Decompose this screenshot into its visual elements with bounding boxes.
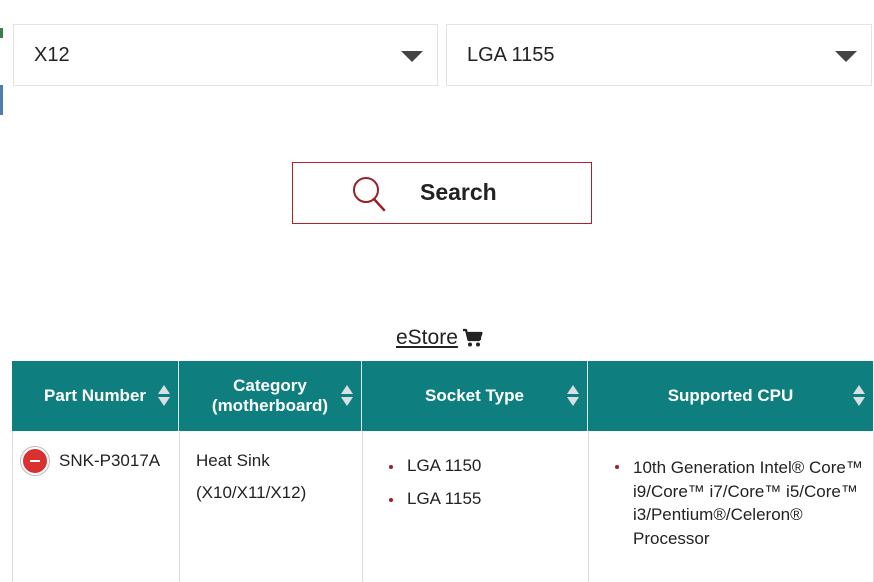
estore-link-label: eStore: [396, 326, 458, 349]
column-header-supported-cpu[interactable]: Supported CPU: [588, 361, 873, 431]
cell-part-number: SNK-P3017A: [13, 431, 180, 582]
category-header-line1: Category: [233, 376, 307, 395]
edge-decoration: [0, 85, 3, 115]
sort-icon[interactable]: [853, 385, 865, 407]
category-value: Heat Sink: [196, 451, 270, 470]
search-button[interactable]: Search: [292, 162, 592, 224]
cell-supported-cpu: 10th Generation Intel® Core™ i9/Core™ i7…: [589, 431, 874, 582]
search-button-label: Search: [420, 179, 497, 205]
list-item: LGA 1155: [387, 489, 481, 522]
column-header-label: Socket Type: [425, 386, 524, 405]
column-header-socket-type[interactable]: Socket Type: [362, 361, 588, 431]
edge-decoration: [0, 28, 3, 38]
table-header: Part Number Category (motherboard) Socke…: [12, 361, 873, 431]
minus-circle-icon[interactable]: [21, 447, 49, 475]
column-header-category[interactable]: Category (motherboard): [179, 361, 362, 431]
series-select-value: X12: [34, 43, 70, 66]
table-row: SNK-P3017A Heat Sink (X10/X11/X12) LGA 1…: [12, 431, 874, 582]
results-table: Part Number Category (motherboard) Socke…: [12, 361, 874, 582]
socket-select-value: LGA 1155: [467, 43, 555, 66]
cell-category: Heat Sink (X10/X11/X12): [180, 431, 363, 582]
sort-icon[interactable]: [341, 385, 353, 407]
cell-socket-type: LGA 1150 LGA 1155: [363, 431, 589, 582]
estore-link[interactable]: eStore: [396, 326, 484, 350]
supported-cpu-list: 10th Generation Intel® Core™ i9/Core™ i7…: [613, 456, 863, 550]
socket-type-list: LGA 1150 LGA 1155: [387, 456, 481, 522]
sort-icon[interactable]: [158, 385, 170, 407]
chevron-down-icon[interactable]: [835, 51, 857, 62]
category-header-line2: (motherboard): [211, 396, 329, 415]
column-header-part-number[interactable]: Part Number: [12, 361, 179, 431]
category-compat: (X10/X11/X12): [196, 483, 307, 502]
column-header-label: Category (motherboard): [212, 376, 328, 416]
list-item: 10th Generation Intel® Core™ i9/Core™ i7…: [613, 456, 863, 550]
list-item: LGA 1150: [387, 456, 481, 489]
series-select[interactable]: X12: [13, 24, 438, 86]
sort-icon[interactable]: [567, 385, 579, 407]
column-header-label: Part Number: [43, 386, 147, 405]
socket-select[interactable]: LGA 1155: [446, 24, 872, 86]
chevron-down-icon[interactable]: [401, 51, 423, 62]
part-number-value: SNK-P3017A: [59, 451, 161, 470]
search-icon: [353, 177, 386, 212]
cart-icon: [462, 328, 483, 347]
column-header-label: Supported CPU: [667, 386, 794, 405]
